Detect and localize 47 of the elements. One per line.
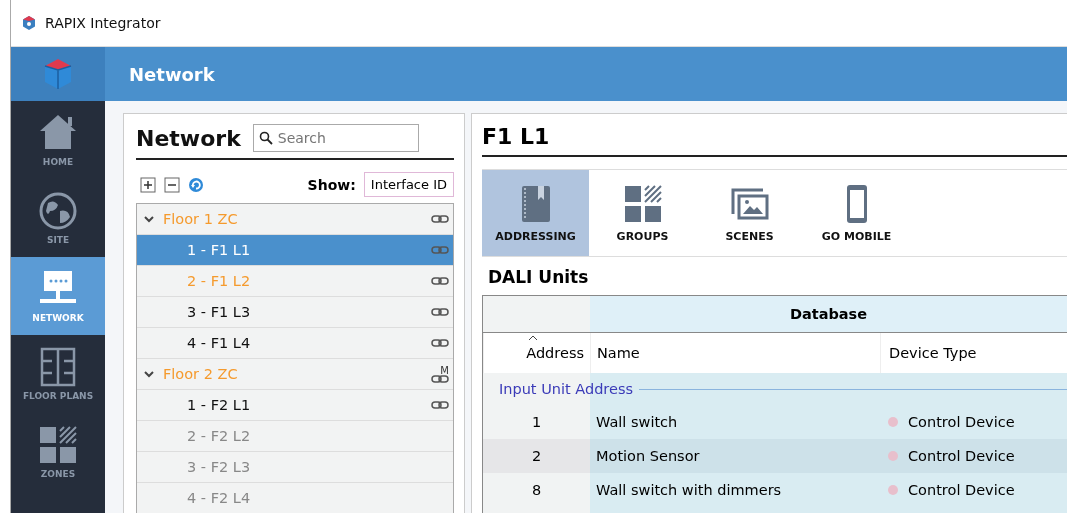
column-header[interactable]: Address <box>483 333 590 373</box>
globe-icon <box>38 191 78 231</box>
show-label: Show: <box>307 176 356 193</box>
section-title: DALI Units <box>487 266 590 289</box>
page-title: Network <box>128 63 215 85</box>
floor-plan-icon <box>38 347 78 387</box>
panel-title: F1 L1 <box>482 124 1067 157</box>
app-logo-icon <box>43 58 73 90</box>
chevron-icon[interactable] <box>143 213 155 225</box>
table-cell-text: 1 <box>530 414 543 430</box>
panel-title: Network <box>136 125 241 151</box>
sidebar-item[interactable]: SITE <box>11 179 105 257</box>
table-cell-text: Motion Sensor <box>595 448 701 464</box>
tab[interactable]: ADDRESSING <box>482 170 589 256</box>
link-mode-label: M <box>440 365 449 375</box>
tab[interactable]: SCENES <box>696 170 803 256</box>
column-header[interactable]: Name <box>590 333 880 373</box>
table-cell: Control Device <box>908 448 1015 464</box>
app-logo-icon <box>21 15 37 31</box>
table-cell-text: Wall switch with dimmers <box>595 482 783 498</box>
sort-icon <box>528 335 538 341</box>
column-group-header: Database <box>590 296 1067 332</box>
zones-icon <box>38 425 78 465</box>
table-cell-text: Wall switch <box>595 414 679 430</box>
refresh-icon[interactable] <box>188 176 204 193</box>
collapse-all-icon[interactable] <box>164 176 180 193</box>
group-row-label: Input Unit Address <box>499 381 634 397</box>
tree-item[interactable]: Floor 2 ZC M <box>137 359 453 390</box>
chevron-icon[interactable] <box>143 368 155 380</box>
table-cell: Control Device <box>908 482 1015 498</box>
sidebar-item[interactable]: ZONES <box>11 413 105 491</box>
tree-item[interactable]: 4 - F1 L4 <box>137 328 453 359</box>
tab[interactable]: GO MOBILE <box>803 170 910 256</box>
tree-item[interactable]: 3 - F1 L3 <box>137 297 453 328</box>
table-cell-text: 8 <box>530 482 543 498</box>
expand-all-icon[interactable] <box>140 176 156 193</box>
sidebar-item[interactable]: FLOOR PLANS <box>11 335 105 413</box>
tab[interactable]: GROUPS <box>589 170 696 256</box>
show-field[interactable]: Interface ID <box>363 172 454 197</box>
window-title: RAPIX Integrator <box>45 15 161 31</box>
tree-item[interactable]: 1 - F2 L1 <box>137 390 453 421</box>
sidebar-item[interactable]: HOME <box>11 101 105 179</box>
table-cell: Control Device <box>908 414 1015 430</box>
table-cell-text: 2 <box>530 448 543 464</box>
column-header[interactable]: Device Type <box>880 333 1067 373</box>
search-field[interactable]: Search <box>252 124 419 152</box>
grid-icon <box>622 183 663 224</box>
